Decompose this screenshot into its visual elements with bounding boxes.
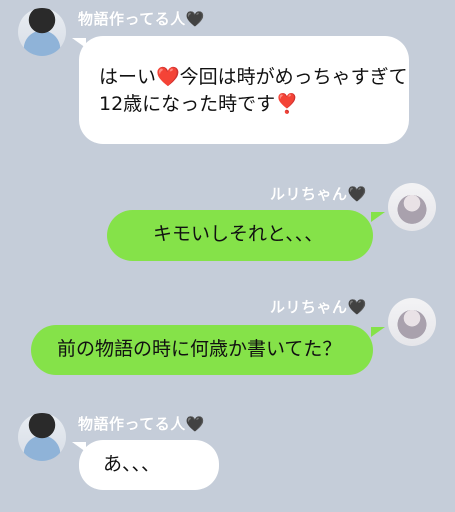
sender-avatar[interactable] bbox=[18, 413, 66, 461]
message-line: 12歳になった時です❣️ bbox=[99, 93, 299, 115]
sender-avatar[interactable] bbox=[388, 183, 436, 231]
message-line: キモいしそれと、、、 bbox=[153, 223, 324, 245]
message-line: はーい❤️今回は時がめっちゃすぎて bbox=[99, 66, 408, 88]
message-bubble[interactable]: はーい❤️今回は時がめっちゃすぎて 12歳になった時です❣️ bbox=[79, 36, 409, 144]
message-line: 前の物語の時に何歳か書いてた？ bbox=[57, 338, 342, 360]
sender-name: 物語作ってる人🖤 bbox=[78, 10, 205, 28]
sender-avatar[interactable] bbox=[388, 298, 436, 346]
sender-name: ルリちゃん🖤 bbox=[270, 298, 367, 316]
message-bubble[interactable]: 前の物語の時に何歳か書いてた？ bbox=[31, 325, 373, 375]
sender-avatar[interactable] bbox=[18, 8, 66, 56]
message-bubble[interactable]: キモいしそれと、、、 bbox=[107, 210, 373, 261]
sender-name: 物語作ってる人🖤 bbox=[78, 415, 205, 433]
bubble-tail bbox=[371, 327, 385, 337]
message-line: あ、、、 bbox=[103, 453, 161, 475]
message-bubble[interactable]: あ、、、 bbox=[79, 440, 219, 490]
bubble-tail bbox=[371, 212, 385, 222]
sender-name: ルリちゃん🖤 bbox=[270, 185, 367, 203]
